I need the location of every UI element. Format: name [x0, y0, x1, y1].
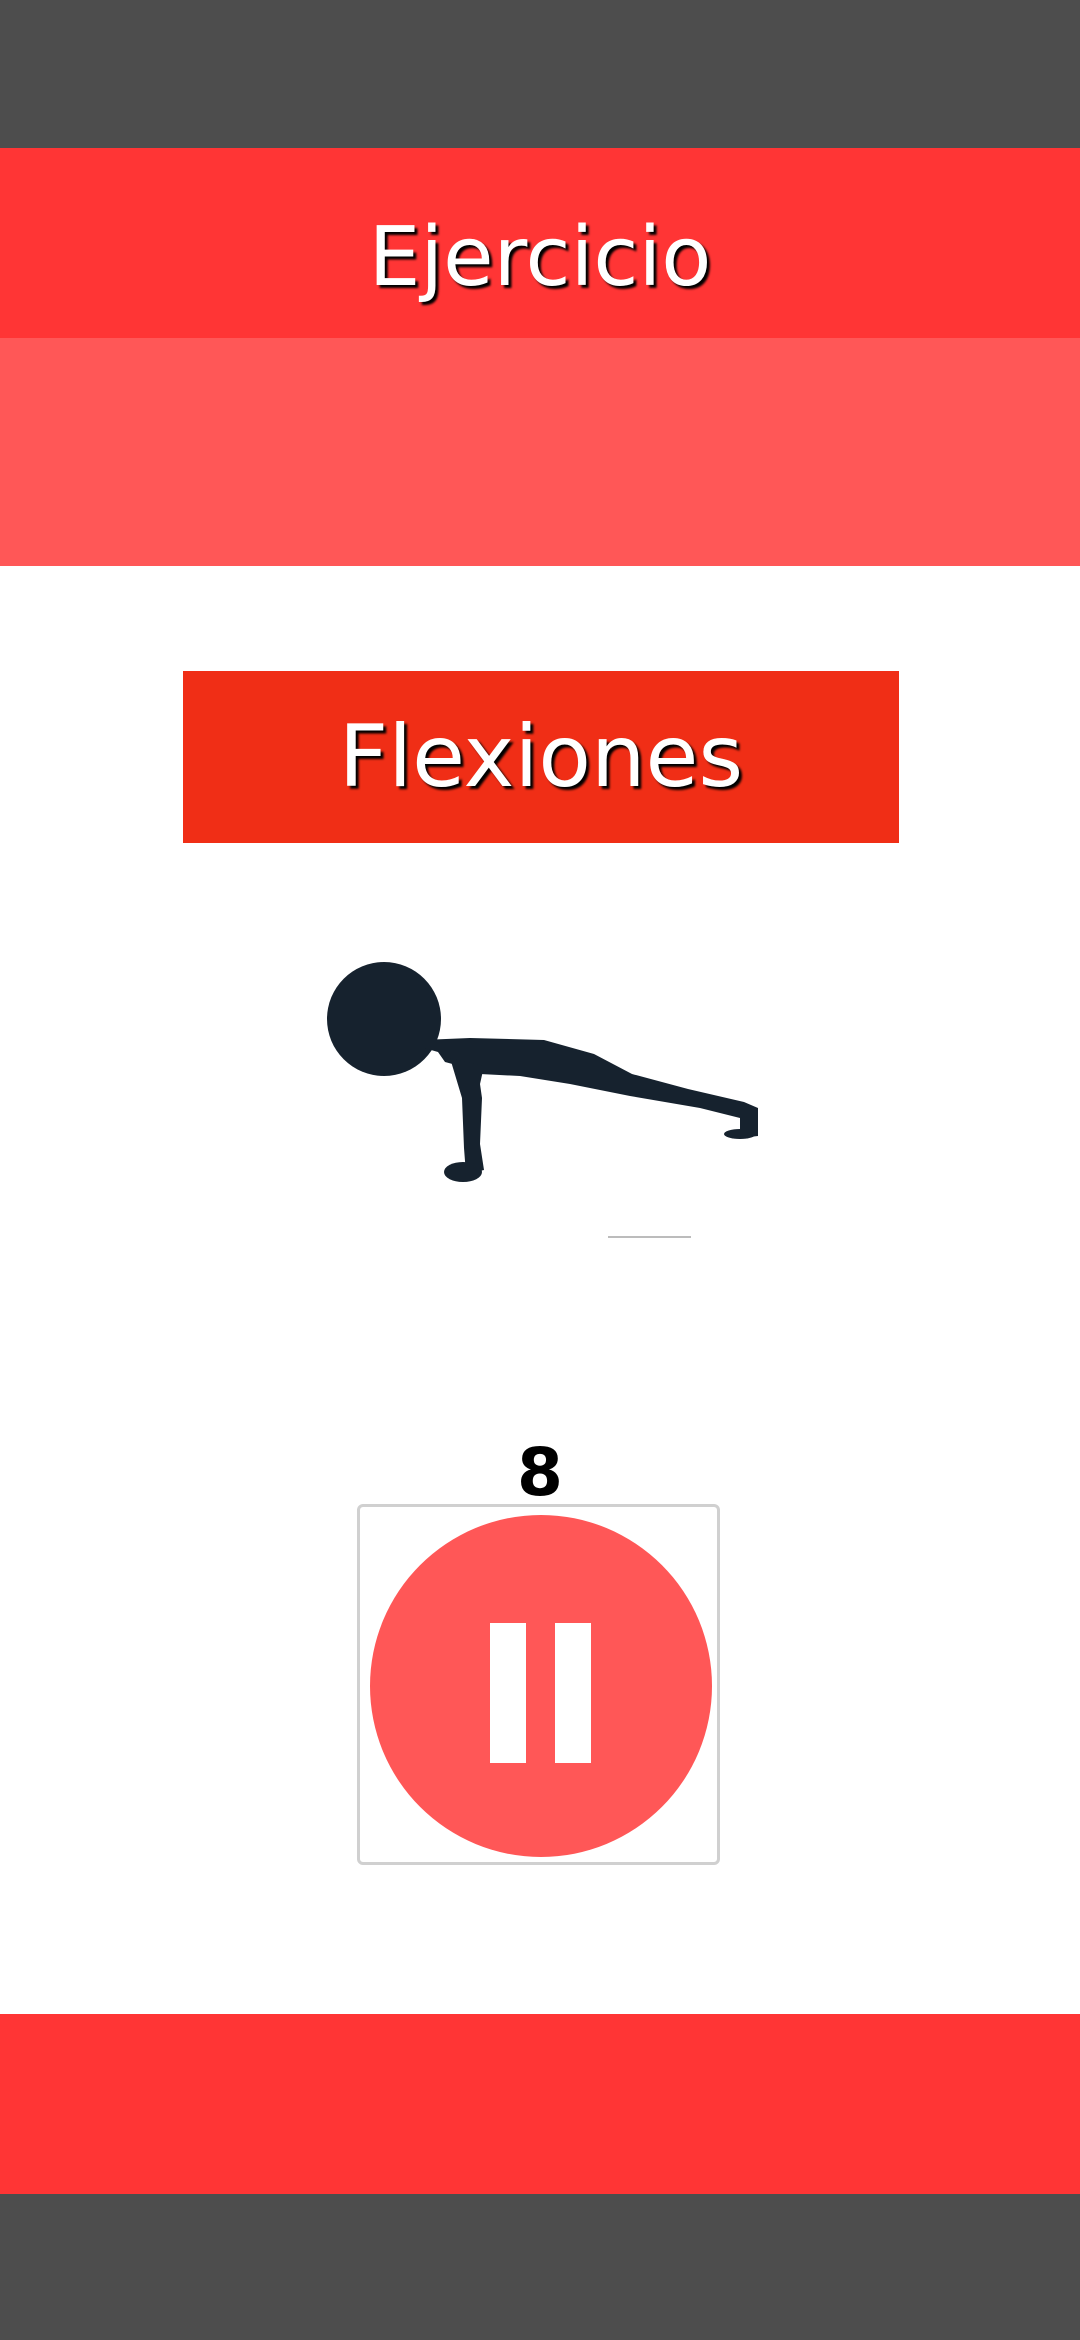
footer-bar: [0, 2014, 1080, 2194]
pause-button[interactable]: [357, 1504, 720, 1865]
pause-bar-right: [555, 1623, 591, 1763]
pause-icon: [370, 1515, 712, 1857]
pushup-figure-shape: [327, 962, 758, 1182]
exercise-name: Flexiones: [338, 707, 744, 807]
exercise-banner: Flexiones: [183, 671, 899, 843]
countdown-timer: 8: [517, 1434, 563, 1511]
app-header: Ejercicio: [0, 148, 1080, 338]
header-band: [0, 338, 1080, 566]
pause-bar-left: [490, 1623, 526, 1763]
status-bar: [0, 0, 1080, 148]
page-title: Ejercicio: [368, 210, 712, 305]
figure-underline: [608, 1236, 691, 1238]
pushup-figure-icon: [327, 962, 758, 1182]
navigation-bar: [0, 2194, 1080, 2340]
